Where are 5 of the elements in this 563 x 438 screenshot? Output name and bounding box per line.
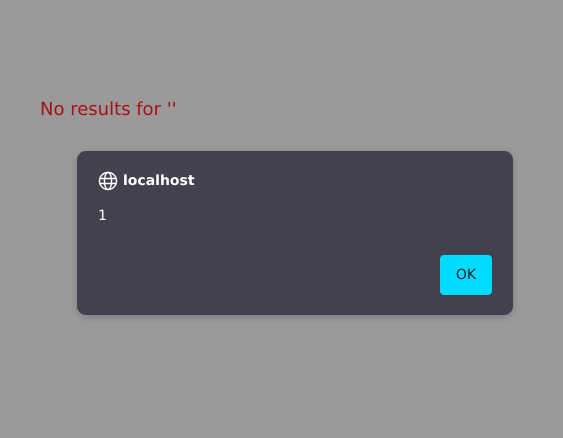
globe-icon — [98, 171, 118, 191]
dialog-origin: localhost — [123, 173, 195, 189]
dialog-message: 1 — [98, 208, 108, 224]
ok-button[interactable]: OK — [440, 255, 492, 295]
no-results-message: No results for '' — [40, 99, 177, 120]
